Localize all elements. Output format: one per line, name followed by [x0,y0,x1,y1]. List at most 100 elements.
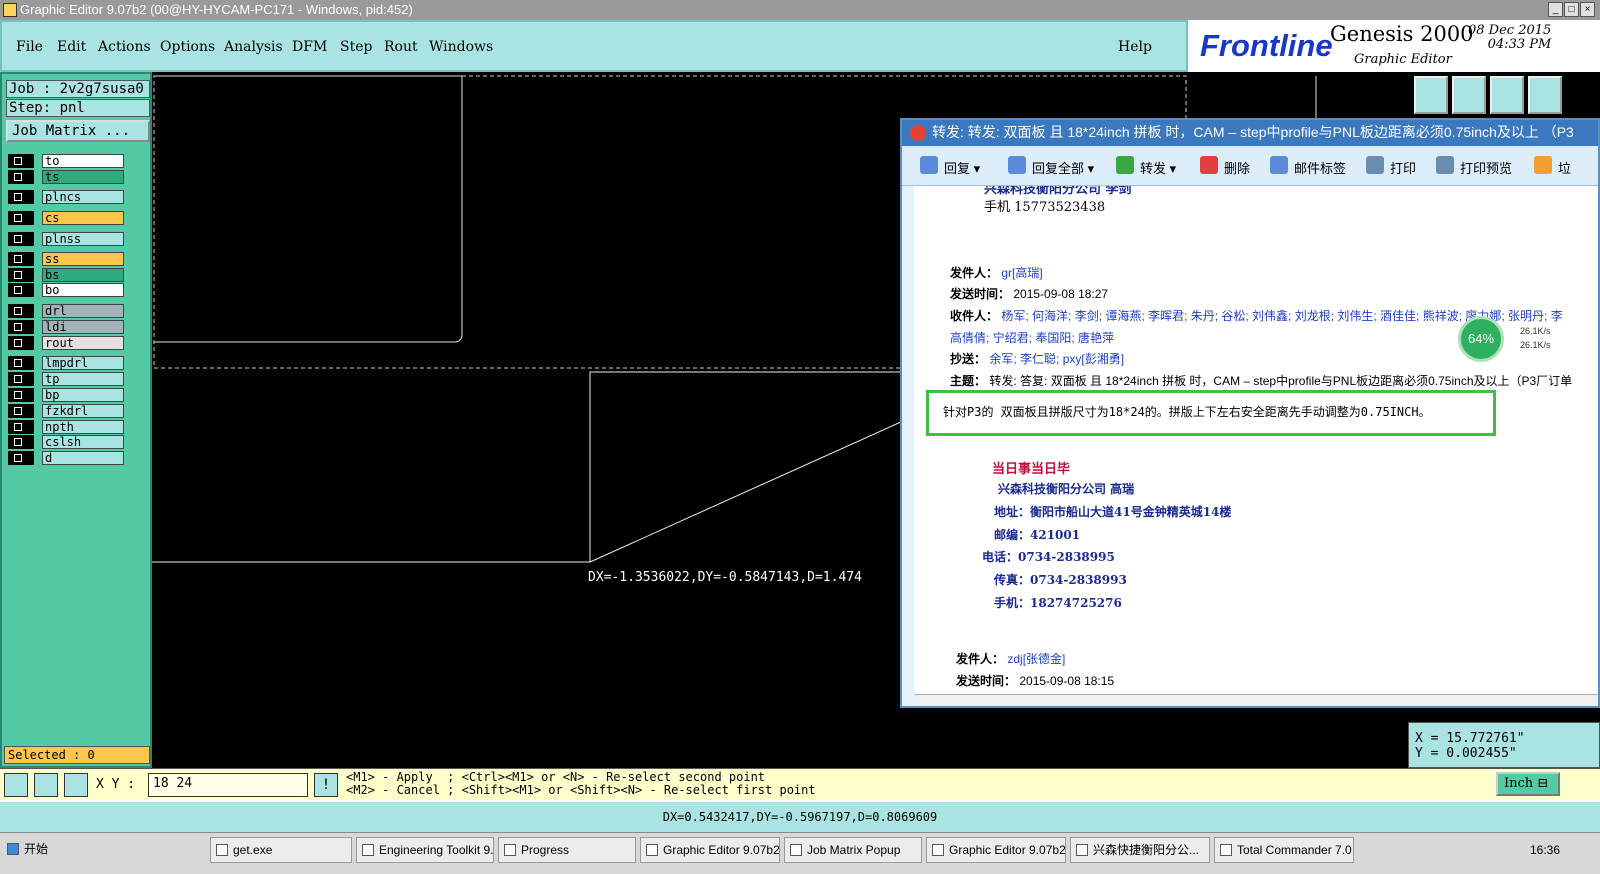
layer-checkbox[interactable] [8,435,34,449]
layer-checkbox[interactable] [8,170,34,184]
layer-row-drl[interactable]: drl [8,304,124,318]
taskbar-item[interactable]: Graphic Editor 9.07b2... [926,837,1066,863]
delete-button[interactable]: 删除 [1200,156,1250,177]
layer-row-lmpdrl[interactable]: lmpdrl [8,356,124,370]
layer-name[interactable]: d [42,451,124,465]
layer-row-tp[interactable]: tp [8,372,124,386]
layer-name[interactable]: to [42,154,124,168]
taskbar-item[interactable]: Progress [498,837,636,863]
layer-checkbox[interactable] [8,232,34,246]
layer-row-rout[interactable]: rout [8,336,124,350]
layer-name[interactable]: bs [42,268,124,282]
maximize-button[interactable]: □ [1564,2,1579,17]
minimize-button[interactable]: _ [1548,2,1563,17]
taskbar-item[interactable]: get.exe [210,837,352,863]
layer-checkbox[interactable] [8,304,34,318]
layer-row-cslsh[interactable]: cslsh [8,435,124,449]
layer-name[interactable]: fzkdrl [42,404,124,418]
print-button[interactable]: 打印 [1366,156,1416,177]
layer-name[interactable]: cs [42,211,124,225]
menu-options[interactable]: Options [160,39,215,55]
zoom-icon[interactable] [4,773,28,797]
menu-file[interactable]: File [16,39,43,55]
layer-checkbox[interactable] [8,451,34,465]
menu-actions[interactable]: Actions [98,39,151,55]
recipients-line2[interactable]: 高倩倩; 宁绍君; 奉国阳; 唐艳萍 [950,329,1114,346]
from-sender[interactable]: gr[高瑞] [1001,266,1042,280]
layer-name[interactable]: bp [42,388,124,402]
layer-checkbox[interactable] [8,372,34,386]
layer-checkbox[interactable] [8,211,34,225]
layer-row-to[interactable]: to [8,154,124,168]
layer-name[interactable]: plncs [42,190,124,204]
measure-icon[interactable] [34,773,58,797]
layer-row-bp[interactable]: bp [8,388,124,402]
layer-row-d[interactable]: d [8,451,124,465]
job-matrix-button[interactable]: Job Matrix ... [6,120,150,142]
horizontal-scrollbar[interactable] [914,694,1598,706]
layer-name[interactable]: plnss [42,232,124,246]
taskbar-item[interactable]: Graphic Editor 9.07b2... [640,837,780,863]
layer-row-ss[interactable]: ss [8,252,124,266]
layer-checkbox[interactable] [8,420,34,434]
home-icon[interactable] [1490,76,1524,114]
taskbar-item[interactable]: Job Matrix Popup [784,837,922,863]
layer-name[interactable]: ss [42,252,124,266]
forward-button[interactable]: 转发 ▾ [1116,156,1176,177]
layer-checkbox[interactable] [8,336,34,350]
layer-row-ts[interactable]: ts [8,170,124,184]
start-button[interactable]: 开始 [2,837,50,863]
layer-name[interactable]: rout [42,336,124,350]
layer-checkbox[interactable] [8,404,34,418]
taskbar-item[interactable]: Total Commander 7.0 ... [1214,837,1354,863]
layer-name[interactable]: cslsh [42,435,124,449]
layer-name[interactable]: ldi [42,320,124,334]
layer-checkbox[interactable] [8,283,34,297]
layer-checkbox[interactable] [8,356,34,370]
layer-name[interactable]: ts [42,170,124,184]
print-preview-button[interactable]: 打印预览 [1436,156,1512,177]
xy-input[interactable]: 18 24 [148,773,308,797]
layer-checkbox[interactable] [8,268,34,282]
layer-checkbox[interactable] [8,190,34,204]
layer-row-cs[interactable]: cs [8,211,124,225]
layer-row-plncs[interactable]: plncs [8,190,124,204]
layer-row-npth[interactable]: npth [8,420,124,434]
menu-edit[interactable]: Edit [57,39,86,55]
tag-button[interactable]: 邮件标签 [1270,156,1346,177]
reply-button[interactable]: 回复 ▾ [920,156,980,177]
menu-help[interactable]: Help [1118,39,1152,55]
layer-row-fzkdrl[interactable]: fzkdrl [8,404,124,418]
menu-windows[interactable]: Windows [429,39,493,55]
unit-selector[interactable]: Inch ⊟ [1496,772,1560,796]
layer-name[interactable]: lmpdrl [42,356,124,370]
layer-checkbox[interactable] [8,320,34,334]
cc-recipients[interactable]: 余军; 李仁聪; pxy[彭湘勇] [989,352,1124,366]
taskbar-item[interactable]: 兴森快捷衡阳分公... [1070,837,1210,863]
network-speed-widget[interactable]: 64% 26.1K/s 26.1K/s [1458,316,1598,366]
window-layout-icon[interactable] [1528,76,1562,114]
import-icon[interactable] [1452,76,1486,114]
layer-name[interactable]: drl [42,304,124,318]
export-icon[interactable] [1414,76,1448,114]
layer-name[interactable]: tp [42,372,124,386]
layer-row-bo[interactable]: bo [8,283,124,297]
layer-checkbox[interactable] [8,252,34,266]
menu-step[interactable]: Step [340,39,372,55]
menu-rout[interactable]: Rout [384,39,418,55]
junk-button[interactable]: 垃 [1534,156,1571,177]
layer-row-plnss[interactable]: plnss [8,232,124,246]
layer-checkbox[interactable] [8,388,34,402]
taskbar-item[interactable]: Engineering Toolkit 9.... [356,837,494,863]
layer-name[interactable]: npth [42,420,124,434]
layer-name[interactable]: bo [42,283,124,297]
layer-row-ldi[interactable]: ldi [8,320,124,334]
layer-checkbox[interactable] [8,154,34,168]
menu-analysis[interactable]: Analysis [224,39,283,55]
menu-dfm[interactable]: DFM [292,39,327,55]
close-button[interactable]: × [1580,2,1595,17]
layer-row-bs[interactable]: bs [8,268,124,282]
info-icon[interactable]: ! [314,773,338,797]
grid-icon[interactable] [64,773,88,797]
reply-all-button[interactable]: 回复全部 ▾ [1008,156,1094,177]
